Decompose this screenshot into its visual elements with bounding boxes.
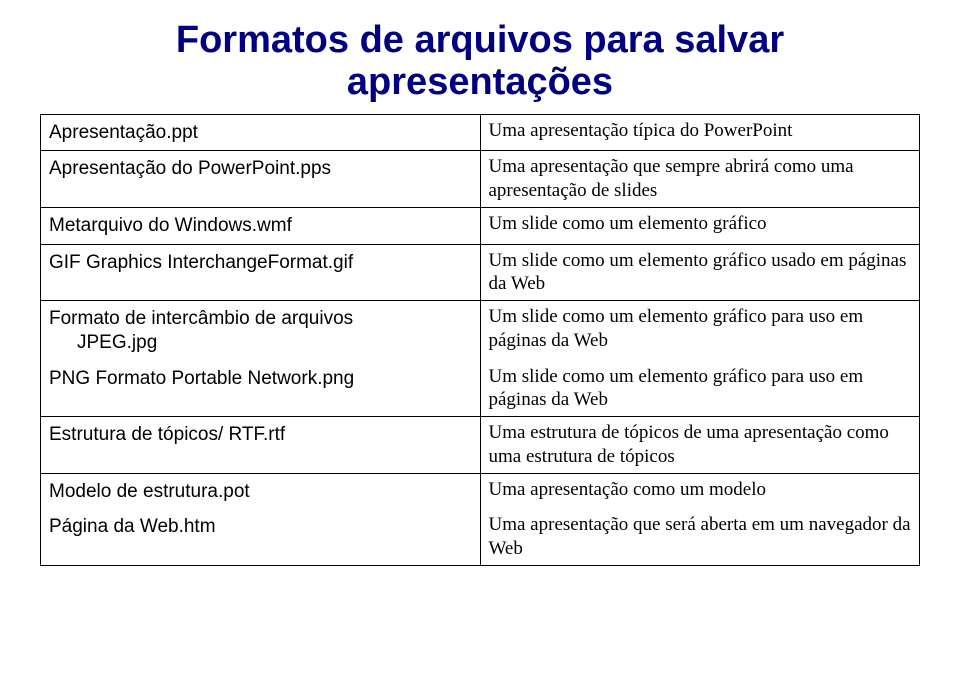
format-description: Um slide como um elemento gráfico para u…	[480, 361, 920, 417]
format-description: Um slide como um elemento gráfico	[480, 207, 920, 244]
format-description: Um slide como um elemento gráfico usado …	[480, 244, 920, 301]
table-row: Estrutura de tópicos/ RTF.rtf Uma estrut…	[41, 417, 920, 474]
table-row: Página da Web.htm Uma apresentação que s…	[41, 509, 920, 565]
table-row: Apresentação do PowerPoint.pps Uma apres…	[41, 151, 920, 208]
format-description: Uma apresentação que será aberta em um n…	[480, 509, 920, 565]
format-name-line2: JPEG.jpg	[49, 331, 472, 355]
format-name-line1: Formato de intercâmbio de arquivos	[49, 307, 472, 331]
table-row: Formato de intercâmbio de arquivos JPEG.…	[41, 301, 920, 361]
format-description: Um slide como um elemento gráfico para u…	[480, 301, 920, 361]
table-row: Metarquivo do Windows.wmf Um slide como …	[41, 207, 920, 244]
format-name: PNG Formato Portable Network.png	[41, 361, 481, 417]
format-name: Apresentação.ppt	[41, 114, 481, 151]
table-row: PNG Formato Portable Network.png Um slid…	[41, 361, 920, 417]
format-name: Página da Web.htm	[41, 509, 481, 565]
format-name: GIF Graphics InterchangeFormat.gif	[41, 244, 481, 301]
format-description: Uma estrutura de tópicos de uma apresent…	[480, 417, 920, 474]
format-name: Modelo de estrutura.pot	[41, 473, 481, 509]
format-name: Formato de intercâmbio de arquivos JPEG.…	[41, 301, 481, 361]
format-name: Estrutura de tópicos/ RTF.rtf	[41, 417, 481, 474]
formats-table: Apresentação.ppt Uma apresentação típica…	[40, 114, 920, 566]
format-description: Uma apresentação como um modelo	[480, 473, 920, 509]
format-name: Apresentação do PowerPoint.pps	[41, 151, 481, 208]
table-row: GIF Graphics InterchangeFormat.gif Um sl…	[41, 244, 920, 301]
format-description: Uma apresentação que sempre abrirá como …	[480, 151, 920, 208]
format-name: Metarquivo do Windows.wmf	[41, 207, 481, 244]
format-description: Uma apresentação típica do PowerPoint	[480, 114, 920, 151]
page-title: Formatos de arquivos para salvar apresen…	[40, 20, 920, 104]
table-row: Modelo de estrutura.pot Uma apresentação…	[41, 473, 920, 509]
table-row: Apresentação.ppt Uma apresentação típica…	[41, 114, 920, 151]
